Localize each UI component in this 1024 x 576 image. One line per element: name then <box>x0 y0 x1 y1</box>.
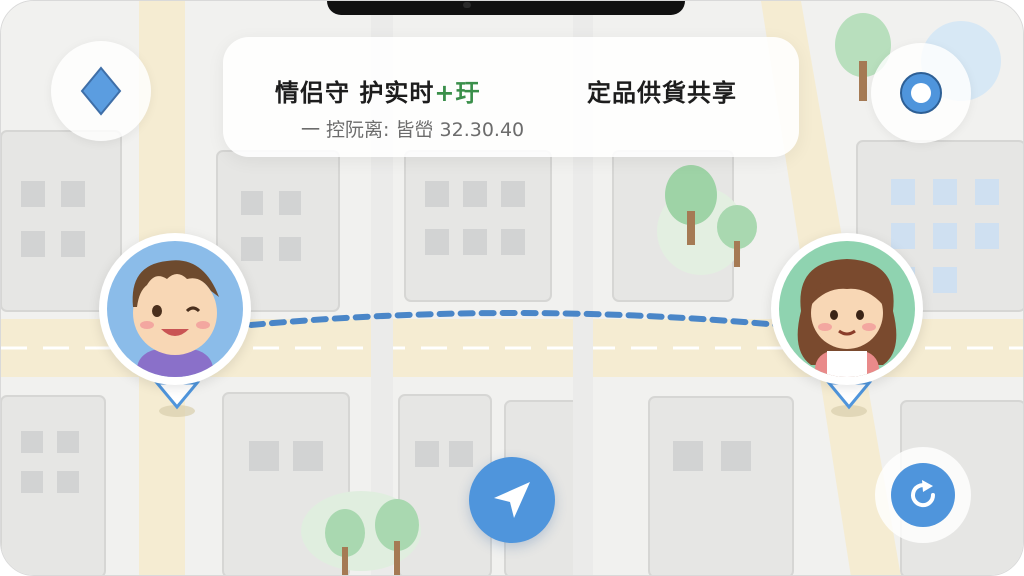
refresh-button-inner[interactable] <box>891 463 955 527</box>
app-screen: 情侣守 护实时+玗 定品供貨共享 一 控阮离: 皆嵤 32.30.40 <box>0 0 1024 576</box>
header-card: 情侣守 护实时+玗 定品供貨共享 一 控阮离: 皆嵤 32.30.40 <box>223 37 799 157</box>
refresh-button[interactable] <box>875 447 971 543</box>
pin-pointer <box>153 381 201 417</box>
distance-subtitle: 一 控阮离: 皆嵤 32.30.40 <box>301 119 525 141</box>
girl-avatar <box>779 241 915 377</box>
location-target-icon <box>900 72 942 114</box>
pin-pointer <box>825 381 873 417</box>
boy-avatar <box>107 241 243 377</box>
navigate-button[interactable] <box>469 457 555 543</box>
diamond-button[interactable] <box>51 41 151 141</box>
title-left-accent: +玗 <box>434 79 481 107</box>
camera-notch <box>327 1 685 15</box>
header-title-left: 情侣守 护实时+玗 <box>275 73 480 108</box>
navigation-arrow-icon <box>494 482 530 518</box>
location-target-button[interactable] <box>871 43 971 143</box>
header-title-right: 定品供貨共享 <box>587 79 737 107</box>
diamond-icon <box>80 66 122 116</box>
title-left-text: 情侣守 护实时 <box>275 79 435 107</box>
refresh-icon <box>911 480 936 508</box>
